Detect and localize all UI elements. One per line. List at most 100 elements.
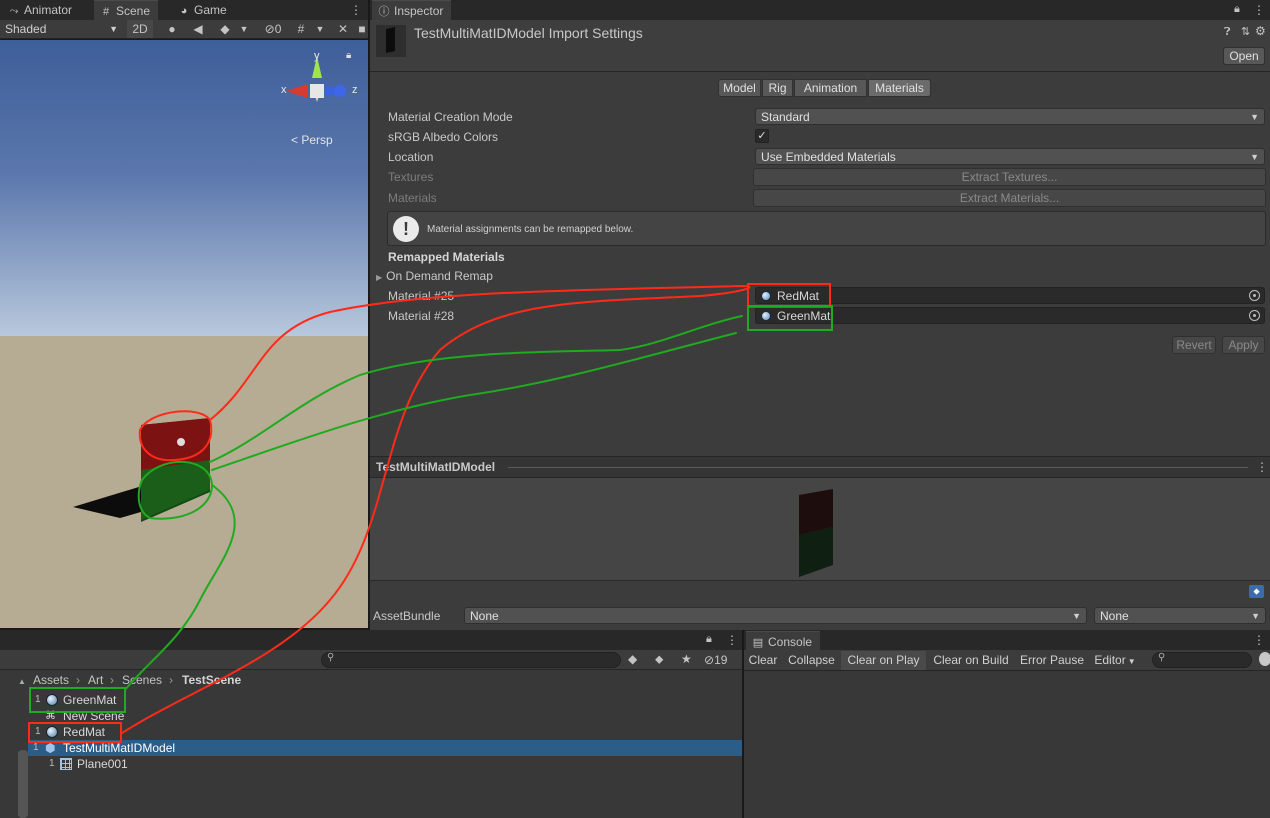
object-picker-icon[interactable] <box>1249 310 1260 321</box>
info-filter-icon[interactable] <box>1259 652 1270 666</box>
animator-icon: ⤳ <box>9 5 19 17</box>
warning-icon: ! <box>393 216 419 242</box>
extract-textures-button[interactable]: Extract Textures... <box>753 168 1266 186</box>
open-button[interactable]: Open <box>1223 47 1265 65</box>
model-preview <box>799 489 833 577</box>
assetbundle-label: AssetBundle <box>373 609 441 623</box>
console-collapse-button[interactable]: Collapse <box>783 651 840 670</box>
breadcrumb-assets[interactable]: Assets <box>33 673 69 687</box>
mesh-icon <box>60 758 72 770</box>
assetbundle-dropdown[interactable]: None ▼ <box>464 607 1087 624</box>
effects-dropdown-icon[interactable]: ▼ <box>238 20 250 38</box>
lock-icon[interactable]: 🔒︎ <box>346 50 351 61</box>
on-demand-remap-foldout[interactable]: ▶ On Demand Remap <box>376 269 493 283</box>
tab-scene[interactable]: # Scene <box>94 0 159 20</box>
material-25-field[interactable]: RedMat <box>755 287 1265 304</box>
list-item-testmultimatidmodel[interactable]: 1 ⬢ TestMultiMatIDModel <box>28 740 742 756</box>
info-helpbox: ! Material assignments can be remapped b… <box>387 211 1266 246</box>
tab-game[interactable]: ◕ Game <box>172 0 235 20</box>
grid-dropdown-icon[interactable]: ▼ <box>314 20 326 38</box>
object-picker-icon[interactable] <box>1249 290 1260 301</box>
console-clear-on-play-button[interactable]: Clear on Play <box>841 651 926 670</box>
hidden-objects-icon[interactable]: ⊘0 <box>258 20 288 38</box>
apply-button[interactable]: Apply <box>1222 336 1265 354</box>
panel-menu-icon[interactable]: ⋮ <box>1253 633 1265 647</box>
panel-menu-icon[interactable]: ⋮ <box>726 633 738 647</box>
tab-console[interactable]: ▤ Console <box>746 631 821 651</box>
preview-area[interactable] <box>370 478 1270 580</box>
favorites-star-icon[interactable]: ★ <box>681 652 692 666</box>
unity-scene-icon: ⌘ <box>45 710 56 722</box>
breadcrumb-art[interactable]: Art <box>88 673 103 687</box>
gizmo-x-label: x <box>281 84 287 96</box>
help-icon[interactable]: ❓︎ <box>1224 26 1231 39</box>
gizmo-y-label: y <box>314 50 320 62</box>
revert-button[interactable]: Revert <box>1172 336 1216 354</box>
model-thumbnail <box>376 25 406 57</box>
assetbundle-variant-dropdown[interactable]: None ▼ <box>1094 607 1266 624</box>
filter-by-label-icon[interactable]: ⬥ <box>655 652 663 667</box>
search-icon: ⚲ <box>1158 652 1166 663</box>
material-icon <box>761 291 771 301</box>
srgb-albedo-label: sRGB Albedo Colors <box>388 130 499 144</box>
console-editor-dropdown[interactable]: Editor ▼ <box>1090 651 1140 670</box>
breadcrumb-testscene[interactable]: TestScene <box>182 673 241 687</box>
location-label: Location <box>388 150 434 164</box>
audio-icon[interactable]: ◀ <box>188 20 208 38</box>
preview-divider <box>508 467 1248 468</box>
material-creation-mode-dropdown[interactable]: Standard ▼ <box>755 108 1265 125</box>
panel-menu-icon[interactable]: ⋮ <box>1253 3 1265 17</box>
list-item-redmat[interactable]: 1 RedMat <box>28 724 742 740</box>
project-search-input[interactable]: ⚲ <box>321 652 621 668</box>
tab-animator[interactable]: ⤳ Animator <box>2 0 80 20</box>
lock-icon[interactable]: 🔒︎ <box>1234 3 1240 16</box>
material-icon <box>46 694 58 706</box>
list-item-plane001[interactable]: 1 Plane001 <box>28 756 742 772</box>
preview-menu-icon[interactable]: ⋮ <box>1256 460 1268 474</box>
hidden-packages-toggle[interactable]: ⊘19 <box>704 653 727 667</box>
lock-icon[interactable]: 🔒︎ <box>706 633 712 646</box>
gizmos-icon[interactable]: ■ <box>356 20 368 38</box>
list-item-new-scene[interactable]: ⌘ New Scene <box>28 708 742 724</box>
filter-by-type-icon[interactable]: ◆ <box>628 652 637 666</box>
tab-rig[interactable]: Rig <box>762 79 793 97</box>
material-creation-mode-label: Material Creation Mode <box>388 110 513 124</box>
material-28-field[interactable]: GreenMat <box>755 307 1265 324</box>
folder-tree-scrollbar[interactable] <box>18 750 28 818</box>
extract-materials-button[interactable]: Extract Materials... <box>753 189 1266 207</box>
tab-inspector[interactable]: ⓘ Inspector <box>372 0 452 20</box>
shading-dropdown[interactable]: Shaded ▼ <box>5 21 121 38</box>
tab-animation[interactable]: Animation <box>794 79 867 97</box>
scene-model-object[interactable] <box>60 410 230 530</box>
console-search-input[interactable]: ⚲ <box>1152 652 1252 668</box>
console-clear-on-build-button[interactable]: Clear on Build <box>928 651 1014 670</box>
presets-icon[interactable]: ⇅ <box>1241 25 1250 38</box>
inspector-title: TestMultiMatIDModel Import Settings <box>414 25 643 41</box>
console-tab-bar <box>744 630 1270 650</box>
settings-gear-icon[interactable]: ⚙ <box>1255 24 1266 38</box>
console-clear-button[interactable]: Clear <box>744 651 782 670</box>
breadcrumb-scenes[interactable]: Scenes <box>122 673 162 687</box>
material-icon <box>46 726 58 738</box>
remapped-materials-header: Remapped Materials <box>388 250 505 264</box>
toggle-2d-button[interactable]: 2D <box>127 20 153 38</box>
grid-toggle-icon[interactable]: # <box>292 20 310 38</box>
list-item-greenmat[interactable]: 1 GreenMat <box>28 692 742 708</box>
srgb-albedo-checkbox[interactable]: ✓ <box>755 129 769 143</box>
panel-menu-icon[interactable]: ⋮ <box>350 3 362 17</box>
console-error-pause-button[interactable]: Error Pause <box>1016 651 1088 670</box>
project-tab-bar <box>0 630 742 650</box>
lighting-icon[interactable]: ● <box>162 20 182 38</box>
textures-label: Textures <box>388 170 434 184</box>
label-tag-icon[interactable]: ⬥ <box>1249 585 1264 598</box>
effects-icon[interactable]: ◆ <box>213 20 237 38</box>
tab-materials[interactable]: Materials <box>868 79 931 97</box>
location-dropdown[interactable]: Use Embedded Materials ▼ <box>755 148 1265 165</box>
tools-icon[interactable]: ✕ <box>334 20 352 38</box>
tab-model[interactable]: Model <box>718 79 761 97</box>
scroll-up-icon[interactable]: ▲ <box>18 677 26 686</box>
search-icon: ⚲ <box>327 652 335 663</box>
materials-label: Materials <box>388 191 437 205</box>
projection-toggle[interactable]: < Persp <box>291 133 333 147</box>
inspector-tab-bar <box>370 0 1270 20</box>
